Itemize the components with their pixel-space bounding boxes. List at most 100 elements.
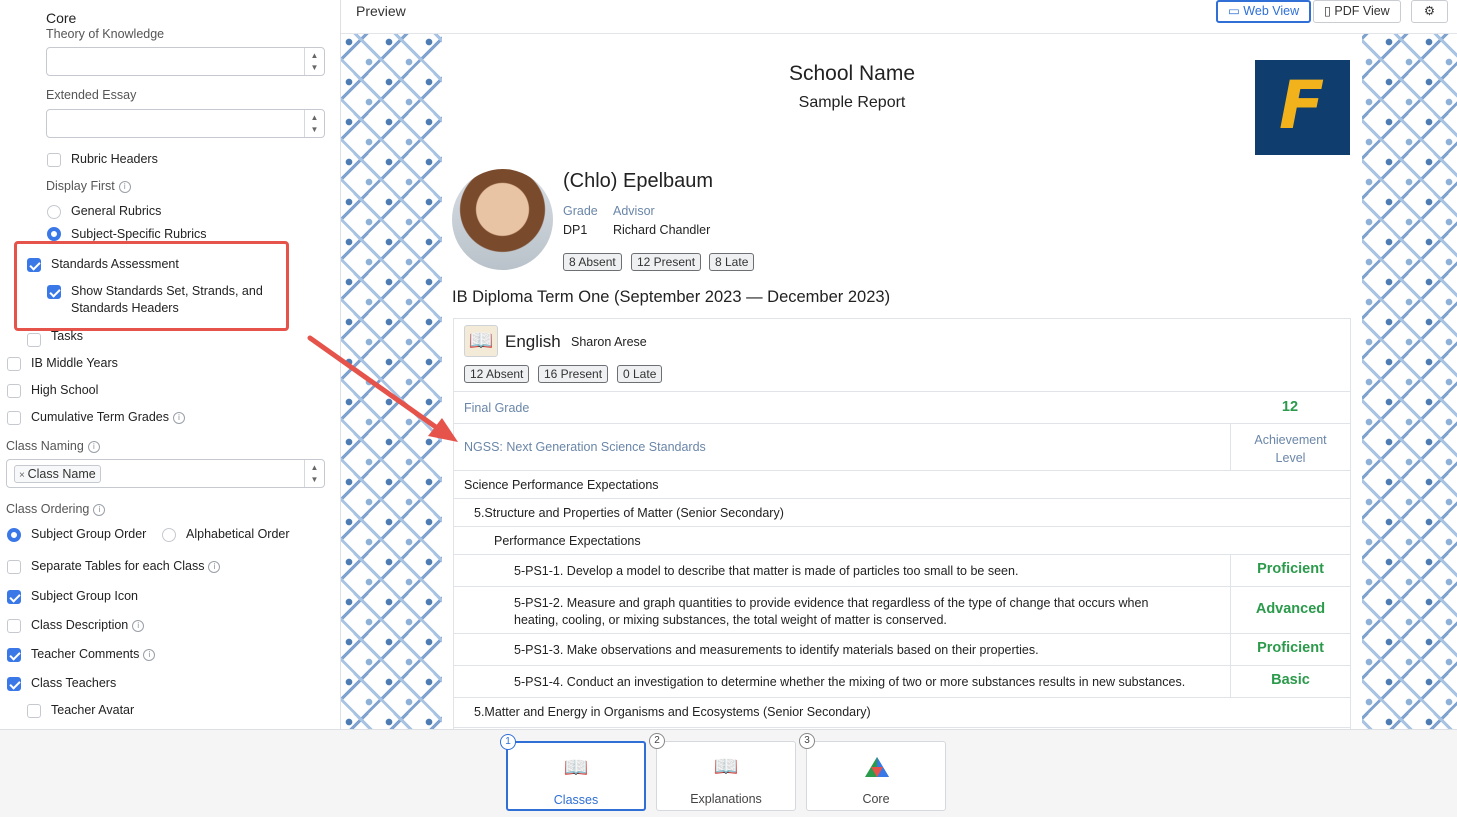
tok-select[interactable]: ▲ ▼	[46, 47, 325, 76]
subject-group-icon-checkbox[interactable]	[7, 590, 21, 604]
pdf-view-button[interactable]: ▯ PDF View	[1313, 0, 1401, 23]
book-icon: 📖	[563, 757, 589, 779]
report-subtitle: Sample Report	[798, 94, 906, 111]
teacher-avatar-label: Teacher Avatar	[51, 703, 135, 717]
sub-strand-name: 5.Structure and Properties of Matter (Se…	[474, 506, 784, 520]
general-rubrics-radio[interactable]	[47, 205, 61, 219]
student-avatar	[452, 169, 553, 270]
class-name: English	[505, 332, 561, 351]
standards-assessment-checkbox[interactable]	[27, 258, 41, 272]
subject-rubrics-label: Subject-Specific Rubrics	[71, 227, 207, 241]
standard-text: 5-PS1-1. Develop a model to describe tha…	[514, 564, 1019, 578]
ee-label: Extended Essay	[46, 88, 137, 102]
teacher-comments-label: Teacher Comments i	[31, 647, 156, 661]
subject-group-order-radio[interactable]	[7, 528, 21, 542]
core-triangle-icon	[865, 757, 889, 777]
class-teachers-label: Class Teachers	[31, 676, 117, 690]
student-name: (Chlo) Epelbaum	[563, 170, 714, 192]
class-header-row: 📖 English Sharon Arese 12 Absent 16 Pres…	[454, 319, 1350, 392]
ee-select[interactable]: ▲ ▼	[46, 109, 325, 138]
standard-row: 5-PS1-2. Measure and graph quantities to…	[454, 587, 1350, 634]
class-table: 📖 English Sharon Arese 12 Absent 16 Pres…	[453, 318, 1351, 729]
class-description-checkbox[interactable]	[7, 619, 21, 633]
standard-level: Proficient	[1230, 634, 1350, 665]
info-icon[interactable]: i	[143, 648, 156, 661]
pdf-icon: ▯	[1324, 4, 1335, 18]
school-name: School Name	[788, 62, 916, 85]
standard-level: Advanced	[1230, 587, 1350, 633]
sub-strand-row: 5.Structure and Properties of Matter (Se…	[454, 499, 1350, 527]
step-classes[interactable]: 1 📖 Classes	[500, 734, 646, 811]
info-icon[interactable]: i	[173, 411, 186, 424]
teacher-avatar-checkbox[interactable]	[27, 704, 41, 718]
show-standards-checkbox[interactable]	[47, 285, 61, 299]
final-grade-value: 12	[1281, 399, 1299, 415]
term-title: IB Diploma Term One (September 2023 — De…	[452, 288, 891, 306]
display-first-label: Display First i	[46, 179, 131, 193]
remove-icon[interactable]: ×	[19, 470, 28, 481]
step-number: 1	[500, 734, 516, 750]
cumulative-checkbox[interactable]	[7, 411, 21, 425]
high-school-checkbox[interactable]	[7, 384, 21, 398]
strand-name: Science Performance Expectations	[464, 478, 659, 492]
info-icon[interactable]: i	[208, 560, 221, 573]
standard-row: 5-PS1-4. Conduct an investigation to det…	[454, 666, 1350, 698]
standards-assessment-label: Standards Assessment	[51, 257, 179, 271]
info-icon[interactable]: i	[87, 440, 100, 453]
gear-icon: ⚙	[1423, 4, 1436, 18]
absent-badge: 8 Absent	[563, 253, 622, 271]
info-icon[interactable]: i	[93, 503, 106, 516]
standard-level: Basic	[1230, 666, 1350, 697]
rubric-headers-label: Rubric Headers	[71, 152, 158, 166]
show-standards-label: Show Standards Set, Strands, and	[71, 284, 263, 298]
teacher-comments-checkbox[interactable]	[7, 648, 21, 662]
rubric-headers-checkbox[interactable]	[47, 153, 61, 167]
preview-title: Preview	[356, 3, 406, 19]
school-logo: F	[1255, 60, 1350, 155]
standards-set-row: NGSS: Next Generation Science Standards …	[454, 424, 1350, 471]
grade-value: DP1	[563, 223, 588, 237]
web-view-button[interactable]: ▭ Web View	[1216, 0, 1312, 23]
ib-middle-label: IB Middle Years	[31, 356, 118, 370]
class-teacher: Sharon Arese	[571, 335, 647, 349]
subject-rubrics-radio[interactable]	[47, 227, 61, 241]
subject-group-icon-label: Subject Group Icon	[31, 589, 139, 603]
subject-group-order-label: Subject Group Order	[31, 527, 147, 541]
stepper-icon: ▲ ▼	[304, 460, 324, 487]
alphabetical-order-radio[interactable]	[162, 528, 176, 542]
strand-row: Science Performance Expectations	[454, 471, 1350, 499]
steps-bar: 1 📖 Classes 2 📖 Explanations 3 Core	[0, 729, 1457, 817]
step-explanations[interactable]: 2 📖 Explanations	[649, 733, 796, 811]
ib-middle-checkbox[interactable]	[7, 357, 21, 371]
monitor-icon: ▭	[1228, 4, 1244, 18]
step-label: Explanations	[690, 792, 762, 806]
grade-label: Grade	[563, 204, 598, 218]
settings-button[interactable]: ⚙	[1411, 0, 1448, 23]
standard-text: 5-PS1-3. Make observations and measureme…	[514, 643, 1039, 657]
standard-text: 5-PS1-2. Measure and graph quantities to…	[514, 596, 1149, 627]
advisor-label: Advisor	[613, 204, 655, 218]
sub-strand-name: 5.Matter and Energy in Organisms and Eco…	[474, 705, 871, 719]
class-name-tag[interactable]: × Class Name	[14, 465, 101, 483]
tok-label: Theory of Knowledge	[46, 27, 165, 41]
expectations-header: Performance Expectations	[494, 534, 641, 548]
general-rubrics-label: General Rubrics	[71, 204, 162, 218]
class-naming-select[interactable]: × Class Name ▲ ▼	[6, 459, 325, 488]
class-teachers-checkbox[interactable]	[7, 677, 21, 691]
info-icon[interactable]: i	[118, 180, 131, 193]
report-page: School Name Sample Report F (Chlo) Epelb…	[442, 34, 1362, 729]
advisor-value: Richard Chandler	[613, 223, 711, 237]
settings-sidebar: Core Theory of Knowledge ▲ ▼ Extended Ess…	[0, 0, 341, 729]
info-icon[interactable]: i	[132, 619, 145, 632]
final-grade-row: Final Grade 12	[454, 392, 1350, 424]
separate-tables-checkbox[interactable]	[7, 560, 21, 574]
separate-tables-label: Separate Tables for each Class i	[31, 559, 221, 573]
step-label: Classes	[553, 793, 599, 807]
alphabetical-order-label: Alphabetical Order	[186, 527, 290, 541]
tasks-checkbox[interactable]	[27, 333, 41, 347]
class-late-badge: 0 Late	[617, 365, 663, 383]
final-grade-label: Final Grade	[464, 401, 530, 415]
present-badge: 12 Present	[631, 253, 702, 271]
stepper-icon: ▲ ▼	[304, 110, 324, 137]
step-core[interactable]: 3 Core	[799, 733, 946, 811]
